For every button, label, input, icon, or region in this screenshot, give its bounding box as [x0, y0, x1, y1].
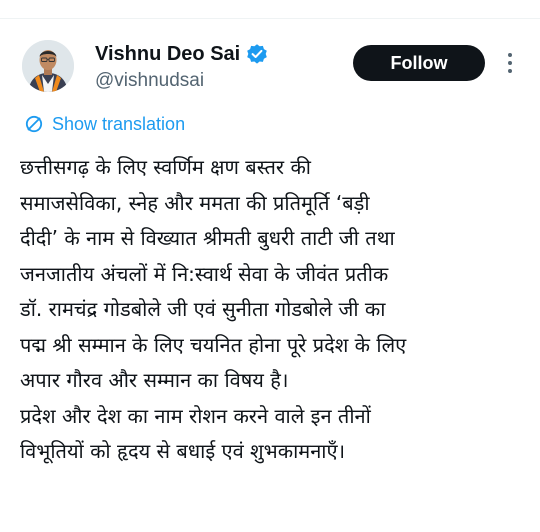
more-vertical-icon[interactable] — [500, 50, 520, 76]
tweet-line: डॉ. रामचंद्र गोडबोले जी एवं सुनीता गोडबो… — [20, 297, 386, 321]
top-divider — [0, 18, 540, 19]
tweet-header: Vishnu Deo Sai @vishnudsai Follow — [0, 38, 540, 102]
profile-photo-icon — [22, 40, 74, 92]
author-name-row: Vishnu Deo Sai — [95, 41, 268, 67]
more-dot — [508, 61, 512, 65]
translate-icon — [25, 115, 43, 133]
author-handle[interactable]: @vishnudsai — [95, 70, 204, 92]
show-translation-link[interactable]: Show translation — [24, 113, 185, 135]
tweet-text: छत्तीसगढ़ के लिए स्वर्णिम क्षण बस्तर की … — [20, 150, 530, 470]
more-dot — [508, 69, 512, 73]
more-dot — [508, 53, 512, 57]
avatar[interactable] — [22, 40, 74, 92]
tweet-line: पद्म श्री सम्मान के लिए चयनित होना पूरे … — [20, 332, 407, 357]
tweet-line: विभूतियों को हृदय से बधाई एवं शुभकामनाएँ… — [20, 439, 346, 463]
follow-button[interactable]: Follow — [353, 45, 485, 81]
tweet-line: अपार गौरव और सम्मान का विषय है। — [20, 368, 289, 392]
tweet-line: जनजातीय अंचलों में नि:स्वार्थ सेवा के जी… — [20, 261, 389, 286]
verified-badge-icon — [246, 43, 268, 65]
display-name[interactable]: Vishnu Deo Sai — [95, 43, 240, 66]
tweet-line: दीदी’ के नाम से विख्यात श्रीमती बुधरी ता… — [20, 226, 395, 250]
show-translation-label: Show translation — [52, 113, 186, 134]
tweet-line: छत्तीसगढ़ के लिए स्वर्णिम क्षण बस्तर की — [20, 155, 311, 179]
tweet-line: प्रदेश और देश का नाम रोशन करने वाले इन त… — [20, 403, 371, 428]
tweet-line: समाजसेविका, स्नेह और ममता की प्रतिमूर्ति… — [20, 190, 370, 215]
